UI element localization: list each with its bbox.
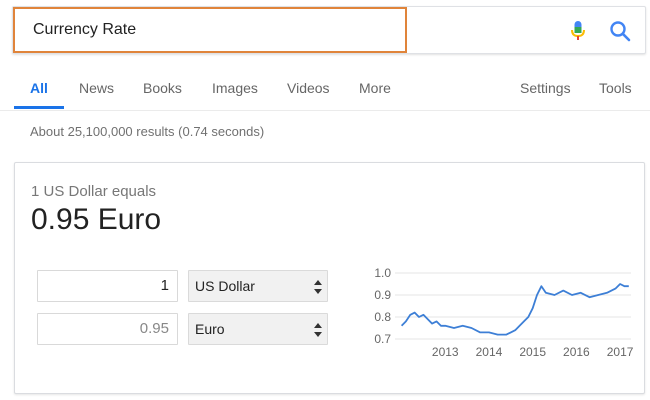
tabs-divider — [0, 110, 650, 111]
x-tick-label: 2013 — [432, 345, 459, 359]
to-currency-select[interactable]: Euro — [188, 313, 328, 345]
tab-news[interactable]: News — [79, 80, 114, 96]
conversion-result: 0.95 Euro — [31, 203, 162, 236]
search-input-wrapper[interactable] — [13, 7, 407, 53]
x-tick-label: 2015 — [519, 345, 546, 359]
y-tick-label: 0.7 — [374, 332, 391, 346]
search-bar — [12, 6, 646, 54]
result-stats: About 25,100,000 results (0.74 seconds) — [30, 124, 265, 139]
search-icon[interactable] — [609, 20, 631, 42]
exchange-rate-chart: 1.0 0.9 0.8 0.7 2013 2014 2015 2016 2017 — [374, 266, 634, 359]
currency-converter-card: 1 US Dollar equals 0.95 Euro 1 US Dollar… — [14, 162, 645, 394]
search-input[interactable] — [33, 21, 393, 39]
tab-images[interactable]: Images — [212, 80, 258, 96]
y-tick-label: 0.8 — [374, 310, 391, 324]
x-tick-label: 2014 — [476, 345, 503, 359]
tab-more[interactable]: More — [359, 80, 391, 96]
select-arrows-icon — [314, 280, 322, 294]
tab-tools[interactable]: Tools — [599, 80, 632, 96]
microphone-icon[interactable] — [570, 20, 586, 42]
tab-books[interactable]: Books — [143, 80, 182, 96]
from-currency-label: US Dollar — [195, 278, 255, 294]
select-arrows-icon — [314, 323, 322, 337]
from-currency-select[interactable]: US Dollar — [188, 270, 328, 302]
to-amount-input[interactable]: 0.95 — [37, 313, 178, 345]
x-tick-label: 2016 — [563, 345, 590, 359]
to-currency-label: Euro — [195, 321, 225, 337]
x-tick-label: 2017 — [607, 345, 634, 359]
chart-series-line — [400, 283, 629, 336]
active-tab-indicator — [14, 106, 64, 109]
tab-videos[interactable]: Videos — [287, 80, 330, 96]
y-tick-label: 0.9 — [374, 288, 391, 302]
equals-label: 1 US Dollar equals — [31, 183, 157, 200]
y-tick-label: 1.0 — [374, 266, 391, 280]
tab-settings[interactable]: Settings — [520, 80, 571, 96]
search-tabs: All News Books Images Videos More Settin… — [0, 70, 650, 110]
tab-all[interactable]: All — [30, 80, 48, 96]
from-amount-input[interactable]: 1 — [37, 270, 178, 302]
